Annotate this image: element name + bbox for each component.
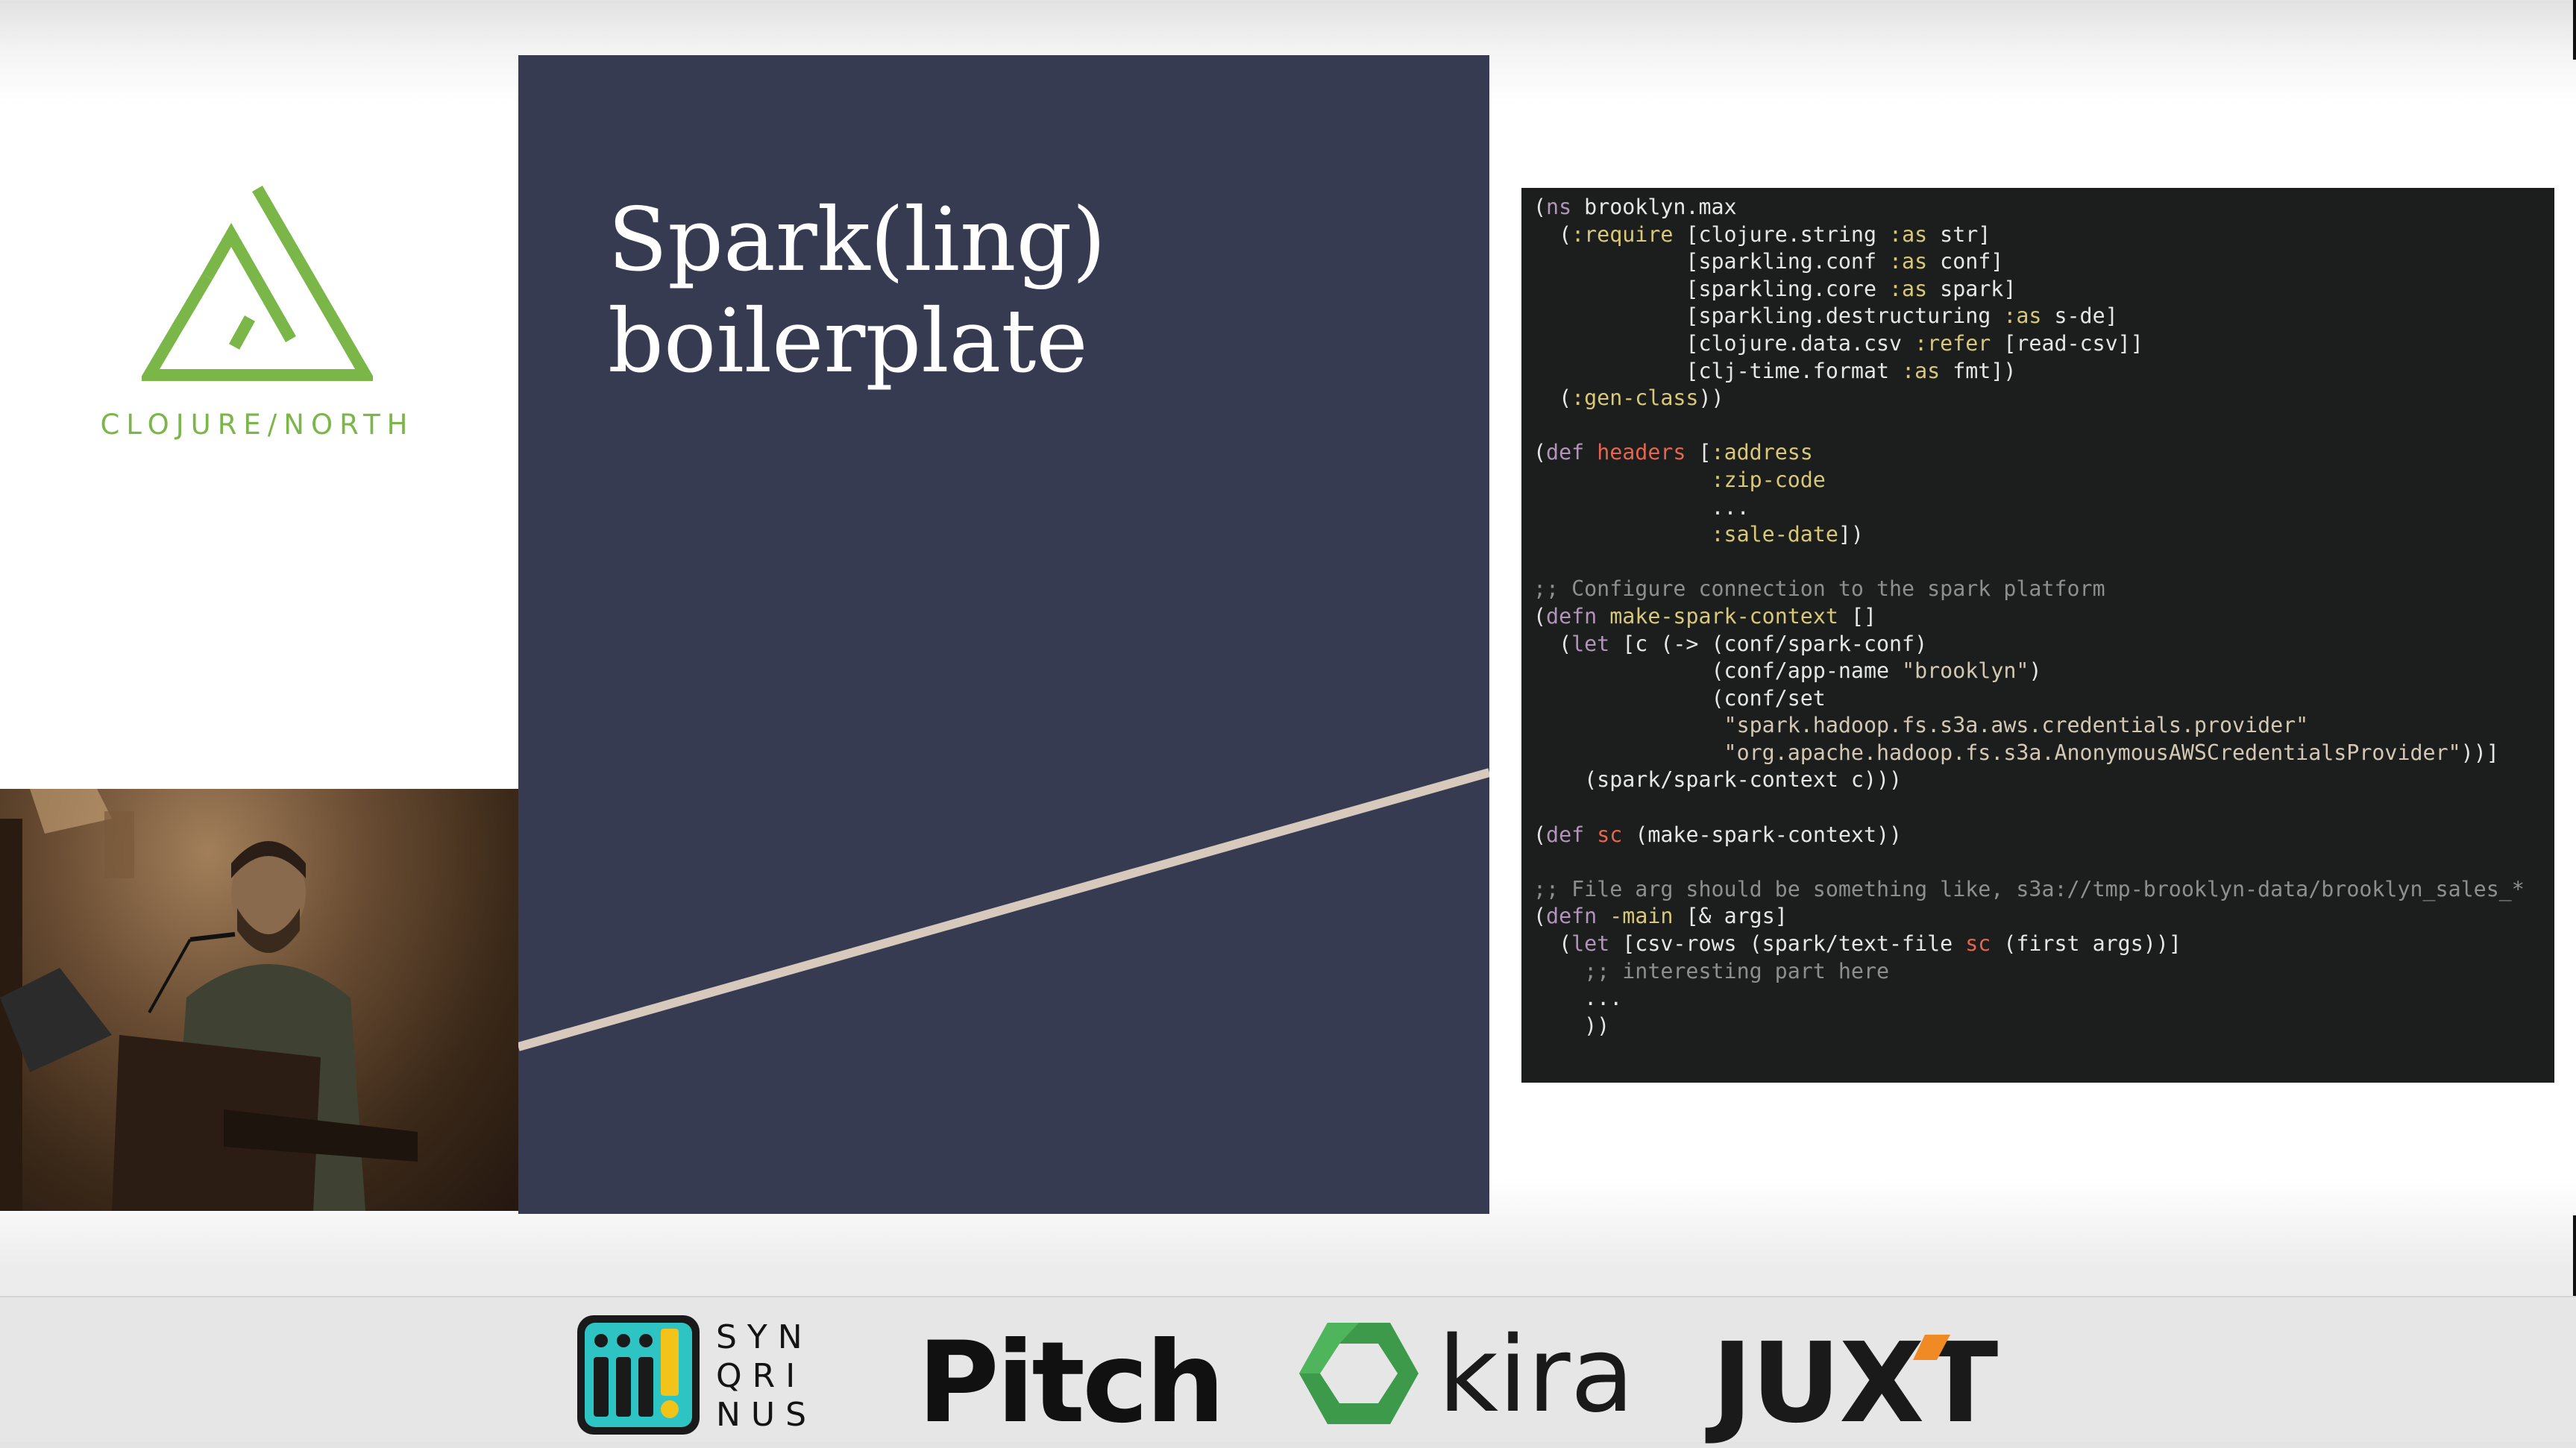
code-line: (:require [clojure.string :as str]	[1533, 221, 1991, 247]
window-edge-bottom	[2573, 1215, 2576, 1297]
code-line: ;; File arg should be something like, s3…	[1533, 876, 2525, 901]
code-line: ...	[1584, 986, 1623, 1011]
pitch-logo: Pitch	[917, 1318, 1225, 1448]
slide-accent-line	[518, 768, 1489, 1051]
code-line: [clojure.data.csv :refer [read-csv]]	[1533, 330, 2143, 356]
code-line: "org.apache.hadoop.fs.s3a.AnonymousAWSCr…	[1724, 740, 2499, 765]
code-line: [clj-time.format :as fmt])	[1533, 358, 2017, 383]
code-line: ;; interesting part here	[1533, 958, 1890, 983]
speaker-scene	[0, 789, 418, 1211]
code-line: [sparkling.conf :as conf]	[1533, 249, 2004, 274]
synqrinus-logo-icon	[577, 1315, 700, 1435]
code-line: :zip-code	[1711, 467, 1826, 492]
code-line: (let [c (-> (conf/spark-conf)	[1533, 631, 1928, 656]
code-line: ))	[1584, 1013, 1610, 1038]
conference-wordmark: CLOJURE/NORTH	[100, 409, 415, 441]
code-line: (defn -main [& args]	[1533, 904, 1788, 929]
code-line: (def headers [:address	[1533, 440, 1813, 465]
presentation-slide: Spark(ling) boilerplate	[518, 55, 1489, 1214]
code-line: (conf/set	[1711, 685, 1826, 711]
code-block: (ns brooklyn.max (:require [clojure.stri…	[1533, 194, 2554, 1039]
clojure-north-logo-icon	[142, 185, 373, 381]
juxt-accent-icon	[1913, 1335, 1950, 1360]
code-line: (ns brooklyn.max	[1533, 195, 1737, 219]
code-panel: (ns brooklyn.max (:require [clojure.stri…	[1521, 188, 2554, 1083]
window-edge-top	[2573, 0, 2576, 60]
kira-hexagon-icon	[1299, 1323, 1419, 1424]
sponsor-bar	[0, 1296, 2576, 1442]
code-line: (spark/spark-context c)))	[1584, 767, 1903, 793]
kira-logo: kira	[1438, 1315, 1635, 1436]
code-line: (def sc (make-spark-context))	[1533, 822, 1903, 847]
code-line: (conf/app-name "brooklyn")	[1533, 658, 2042, 684]
synqrinus-wordmark: SYN QRI NUS	[716, 1318, 835, 1435]
synqrinus-row-3: NUS	[716, 1396, 817, 1434]
synqrinus-row-2: QRI	[716, 1357, 806, 1395]
code-line: :sale-date])	[1711, 522, 1864, 547]
code-line: [sparkling.core :as spark]	[1533, 276, 2017, 301]
code-line: "spark.hadoop.fs.s3a.aws.credentials.pro…	[1724, 713, 2309, 738]
juxt-logo: JUXT	[1712, 1319, 1998, 1447]
speaker-video	[0, 789, 521, 1211]
code-line: (let [csv-rows (spark/text-file sc (firs…	[1533, 931, 2181, 957]
synqrinus-row-1: SYN	[716, 1318, 813, 1356]
code-line: ...	[1711, 494, 1750, 520]
code-line: ;; Configure connection to the spark pla…	[1533, 576, 2105, 602]
code-line: [sparkling.destructuring :as s-de]	[1533, 303, 2118, 329]
code-line: (defn make-spark-context []	[1533, 603, 1877, 629]
code-line: (:gen-class))	[1533, 385, 1724, 411]
